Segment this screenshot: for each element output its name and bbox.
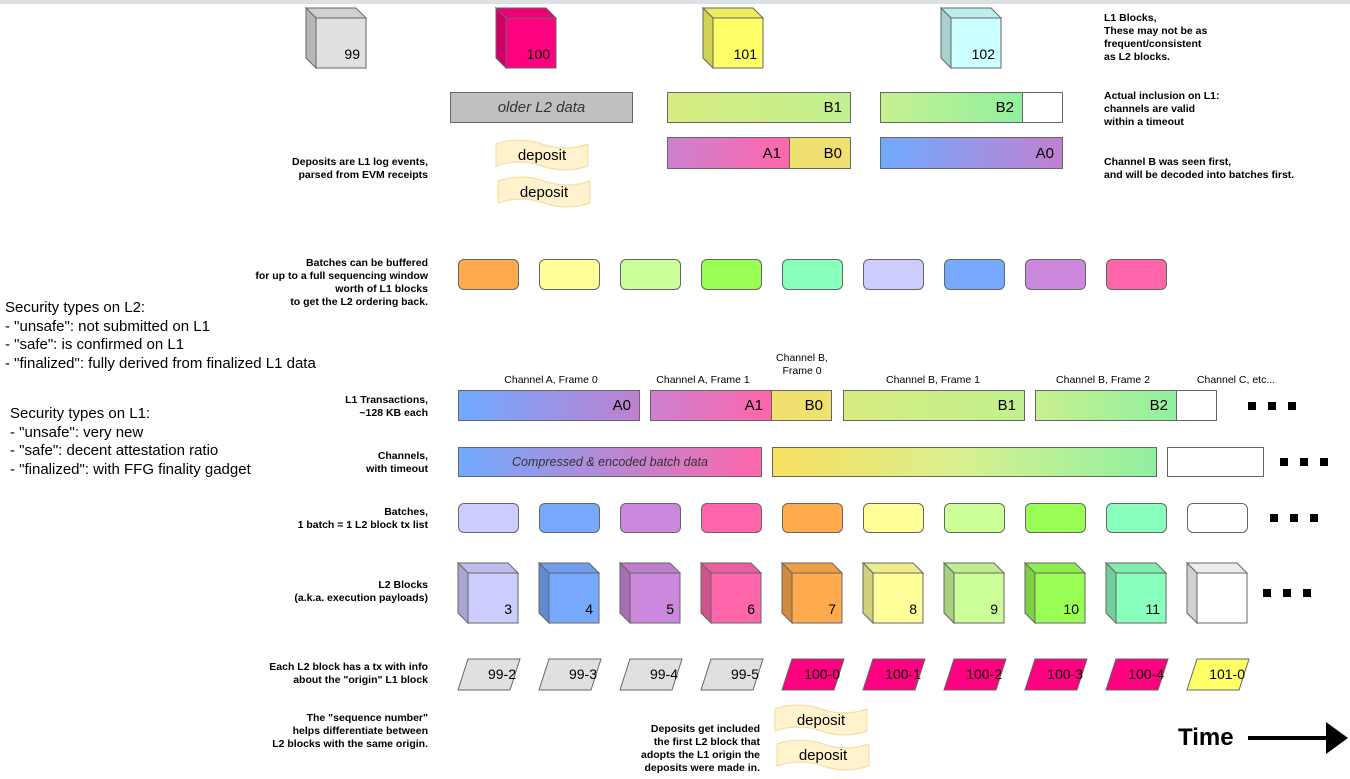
dot — [1248, 402, 1256, 410]
batch — [620, 503, 681, 533]
l2-block-10-label: 10 — [1063, 601, 1079, 617]
b2-empty-slot — [1022, 92, 1063, 123]
buffered-batch — [458, 259, 519, 290]
dot — [1303, 589, 1311, 597]
note-deposits: Deposits are L1 log events, parsed from … — [292, 156, 428, 181]
l1-origin-100-2-label: 100-2 — [966, 666, 1002, 682]
buffered-batch — [782, 259, 843, 290]
deposit-top-2-label: deposit — [519, 184, 569, 201]
buffered-batch — [539, 259, 600, 290]
batch — [1187, 503, 1248, 533]
l1-tx-B0: B0 — [771, 390, 832, 421]
b1-bar: B1 — [667, 92, 851, 123]
l2-block-7-label: 7 — [828, 601, 836, 617]
l2-block-8-label: 8 — [909, 601, 917, 617]
deposit-top-1-label: deposit — [517, 147, 567, 164]
note-l2_blocks: L2 Blocks (a.k.a. execution payloads) — [294, 579, 428, 604]
l1-block-100-label: 100 — [526, 46, 550, 62]
a1-bar: A1 — [667, 137, 790, 169]
note-l1_tx: L1 Transactions, ~128 KB each — [345, 394, 428, 419]
l1-origin-99-2-label: 99-2 — [487, 666, 516, 682]
l2-block-6-label: 6 — [747, 601, 755, 617]
l1-block-101-label: 101 — [733, 46, 757, 62]
b0-bar: B0 — [789, 137, 851, 169]
note-batches: Batches, 1 batch = 1 L2 block tx list — [297, 506, 428, 531]
dot — [1290, 514, 1298, 522]
older-l2-data-bar: older L2 data — [450, 92, 633, 123]
dot — [1310, 514, 1318, 522]
dot — [1280, 458, 1288, 466]
batch — [944, 503, 1005, 533]
dot — [1263, 589, 1271, 597]
a0-bar: A0 — [880, 137, 1063, 169]
l1-block-99-label: 99 — [344, 46, 360, 62]
batch — [701, 503, 762, 533]
time-label: Time — [1178, 724, 1234, 751]
batch — [863, 503, 924, 533]
batch — [458, 503, 519, 533]
l1-tx-B1: B1 — [843, 390, 1025, 421]
l1-origin-100-4-label: 100-4 — [1128, 666, 1164, 682]
l2-block-11-label: 11 — [1145, 601, 1160, 617]
l1-block-102-label: 102 — [971, 46, 995, 62]
channel-a-bar: Compressed & encoded batch data — [458, 447, 762, 477]
top-border — [0, 0, 1350, 4]
frame-label: Channel B, Frame 2 — [1056, 374, 1150, 386]
l1-origin-100-1-label: 100-1 — [885, 666, 921, 682]
l1-tx-A0: A0 — [458, 390, 640, 421]
note-seqnum: The "sequence number" helps differentiat… — [272, 712, 428, 750]
batch — [782, 503, 843, 533]
batch — [1106, 503, 1167, 533]
buffered-batch — [944, 259, 1005, 290]
more-channels-ellipsis — [1280, 458, 1328, 466]
note-channel_b: Channel B was seen first, and will be de… — [1104, 156, 1295, 181]
l1-origin-99-3-label: 99-3 — [568, 666, 597, 682]
l1-tx-empty — [1176, 390, 1217, 421]
frame-label: Channel C, etc... — [1196, 374, 1276, 386]
deposit-bottom-1-label: deposit — [796, 712, 846, 729]
l1-origin-100-0-label: 100-0 — [804, 666, 840, 682]
l2-block-next-shape — [1185, 561, 1249, 625]
l1-origin-100-3-label: 100-3 — [1047, 666, 1083, 682]
b2-bar: B2 — [880, 92, 1023, 123]
dot — [1270, 514, 1278, 522]
deposit-bottom-2-label: deposit — [798, 747, 848, 764]
l1-origin-99-5-label: 99-5 — [730, 666, 759, 682]
dot — [1320, 458, 1328, 466]
buffered-batch — [863, 259, 924, 290]
dot — [1283, 589, 1291, 597]
more-batches-ellipsis — [1270, 514, 1318, 522]
more-l2-blocks-ellipsis — [1263, 589, 1311, 597]
dot — [1288, 402, 1296, 410]
buffered-batch — [620, 259, 681, 290]
security-types-l2: Security types on L2: - "unsafe": not su… — [5, 299, 316, 372]
l2-block-3-label: 3 — [504, 601, 512, 617]
note-inclusion: Actual inclusion on L1: channels are val… — [1104, 90, 1220, 128]
channel-b-bar — [772, 447, 1157, 477]
channel-c-bar — [1167, 447, 1264, 477]
more-l1-tx-ellipsis — [1248, 402, 1296, 410]
l2-block-9-label: 9 — [990, 601, 998, 617]
l2-block-5-label: 5 — [666, 601, 674, 617]
dot — [1268, 402, 1276, 410]
dot — [1300, 458, 1308, 466]
l2-block-4-label: 4 — [585, 601, 593, 617]
note-origin: Each L2 block has a tx with info about t… — [269, 661, 428, 686]
buffered-batch — [1025, 259, 1086, 290]
time-arrow-icon — [1248, 722, 1348, 754]
note-channels: Channels, with timeout — [366, 450, 428, 475]
batch — [539, 503, 600, 533]
security-types-l1: Security types on L1: - "unsafe": very n… — [10, 405, 251, 478]
note-deposits_included: Deposits get included the first L2 block… — [640, 723, 760, 774]
note-l1_blocks: L1 Blocks, These may not be as frequent/… — [1104, 12, 1208, 63]
buffered-batch — [1106, 259, 1167, 290]
l1-tx-A1: A1 — [650, 390, 772, 421]
buffered-batch — [701, 259, 762, 290]
batch — [1025, 503, 1086, 533]
l1-origin-101-0-label: 101-0 — [1209, 666, 1245, 682]
l1-tx-B2: B2 — [1035, 390, 1177, 421]
l1-origin-99-4-label: 99-4 — [649, 666, 678, 682]
